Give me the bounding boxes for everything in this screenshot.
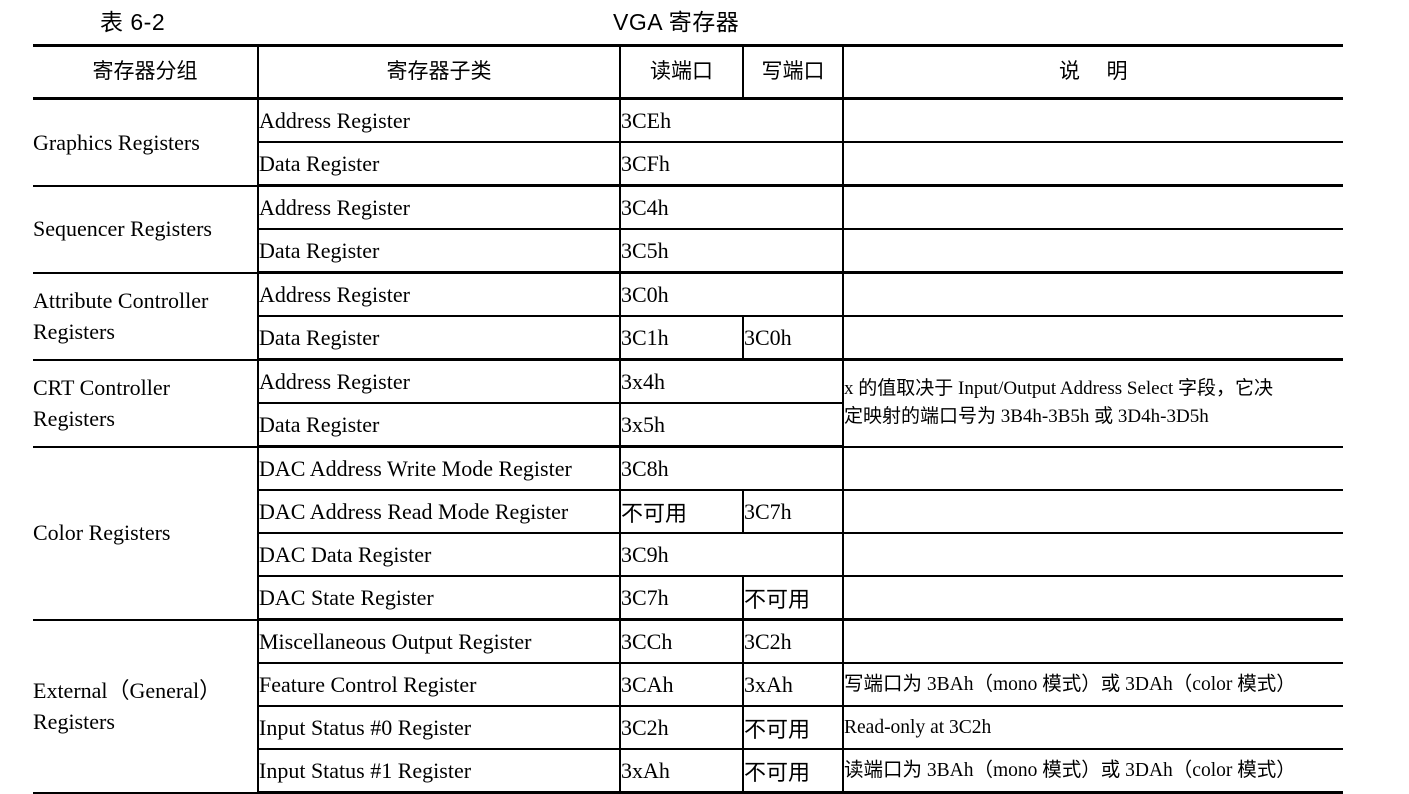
register-subclass: Feature Control Register xyxy=(257,663,620,707)
register-description xyxy=(842,490,1343,534)
register-description: Read-only at 3C2h xyxy=(842,706,1343,750)
table-row: Graphics Registers Address Register 3CEh xyxy=(33,98,1343,187)
register-read-port: 3xAh xyxy=(619,749,743,794)
register-subclass: Data Register xyxy=(257,316,620,361)
register-description xyxy=(842,446,1343,491)
register-read-port: 3C2h xyxy=(619,706,743,750)
register-port-merged: 3C8h xyxy=(619,446,843,491)
table-caption: 表 6-2 VGA 寄存器 xyxy=(0,0,1409,42)
register-port-merged: 3x5h xyxy=(619,403,843,448)
register-subclass: Input Status #0 Register xyxy=(257,706,620,750)
table-row: Sequencer Registers Address Register 3C4h xyxy=(33,185,1343,274)
table-head: 寄存器分组 寄存器子类 读端口 写端口 说明 xyxy=(33,44,1343,100)
register-description xyxy=(842,229,1343,274)
register-subclass: Address Register xyxy=(257,185,620,230)
register-description xyxy=(842,272,1343,317)
register-description xyxy=(842,142,1343,187)
register-description xyxy=(842,619,1343,664)
register-port-merged: 3C5h xyxy=(619,229,843,274)
register-port-merged: 3x4h xyxy=(619,359,843,404)
register-group-name: Color Registers xyxy=(33,446,258,621)
register-description: x 的值取决于 Input/Output Address Select 字段，它… xyxy=(842,359,1343,448)
register-write-port: 3xAh xyxy=(742,663,843,707)
column-header-write-port: 写端口 xyxy=(742,44,843,100)
column-header-read-port: 读端口 xyxy=(619,44,743,100)
register-subclass: Address Register xyxy=(257,98,620,143)
register-read-port: 3CAh xyxy=(619,663,743,707)
register-subclass: Address Register xyxy=(257,272,620,317)
register-description xyxy=(842,98,1343,143)
column-header-description: 说明 xyxy=(842,44,1343,100)
register-description xyxy=(842,316,1343,361)
register-subclass: Input Status #1 Register xyxy=(257,749,620,794)
register-write-port: 不可用 xyxy=(742,706,843,750)
register-group-name: CRT Controller Registers xyxy=(33,359,258,448)
column-header-group: 寄存器分组 xyxy=(33,44,258,100)
register-group-name: Graphics Registers xyxy=(33,98,258,187)
register-description: 读端口为 3BAh（mono 模式）或 3DAh（color 模式） xyxy=(842,749,1343,794)
register-port-merged: 3C4h xyxy=(619,185,843,230)
vga-register-table: 寄存器分组 寄存器子类 读端口 写端口 说明 Graphics Register… xyxy=(33,44,1343,794)
register-read-port: 不可用 xyxy=(619,490,743,534)
register-read-port: 3CCh xyxy=(619,619,743,664)
register-description xyxy=(842,533,1343,577)
register-subclass: Data Register xyxy=(257,142,620,187)
table-row: External（General）Registers Miscellaneous … xyxy=(33,619,1343,794)
register-write-port: 3C2h xyxy=(742,619,843,664)
register-subclass: DAC Address Write Mode Register xyxy=(257,446,620,491)
register-subclass: Data Register xyxy=(257,403,620,448)
register-write-port: 3C7h xyxy=(742,490,843,534)
register-description xyxy=(842,576,1343,621)
description-header-part-1: 说 xyxy=(1059,60,1081,83)
register-subclass: DAC Address Read Mode Register xyxy=(257,490,620,534)
register-group-name: Sequencer Registers xyxy=(33,185,258,274)
table-title: VGA 寄存器 xyxy=(613,9,740,35)
register-subclass: DAC State Register xyxy=(257,576,620,621)
register-write-port: 3C0h xyxy=(742,316,843,361)
register-write-port: 不可用 xyxy=(742,576,843,621)
register-write-port: 不可用 xyxy=(742,749,843,794)
column-header-subclass: 寄存器子类 xyxy=(257,44,620,100)
table-number-label: 表 6-2 xyxy=(100,9,166,35)
register-read-port: 3C7h xyxy=(619,576,743,621)
table-row: CRT Controller Registers Address Register… xyxy=(33,359,1343,448)
register-subclass: Miscellaneous Output Register xyxy=(257,619,620,664)
register-port-merged: 3CEh xyxy=(619,98,843,143)
register-subclass: Address Register xyxy=(257,359,620,404)
register-subclass: Data Register xyxy=(257,229,620,274)
register-description: 写端口为 3BAh（mono 模式）或 3DAh（color 模式） xyxy=(842,663,1343,707)
table-row: Attribute Controller Registers Address Re… xyxy=(33,272,1343,361)
table-body: Graphics Registers Address Register 3CEh Da… xyxy=(33,98,1343,794)
register-port-merged: 3C0h xyxy=(619,272,843,317)
register-read-port: 3C1h xyxy=(619,316,743,361)
register-port-merged: 3CFh xyxy=(619,142,843,187)
register-description xyxy=(842,185,1343,230)
register-group-name: External（General）Registers xyxy=(33,619,258,794)
table-row: Color Registers DAC Address Write Mode Re… xyxy=(33,446,1343,621)
document-page: 表 6-2 VGA 寄存器 寄存器分组 寄存器子类 读端口 写端口 说明 Gra… xyxy=(0,0,1409,794)
table-header-row: 寄存器分组 寄存器子类 读端口 写端口 说明 xyxy=(33,44,1343,100)
register-group-name: Attribute Controller Registers xyxy=(33,272,258,361)
description-header-part-2: 明 xyxy=(1106,60,1128,83)
register-port-merged: 3C9h xyxy=(619,533,843,577)
vga-register-table-container: 寄存器分组 寄存器子类 读端口 写端口 说明 Graphics Register… xyxy=(33,44,1343,794)
register-subclass: DAC Data Register xyxy=(257,533,620,577)
